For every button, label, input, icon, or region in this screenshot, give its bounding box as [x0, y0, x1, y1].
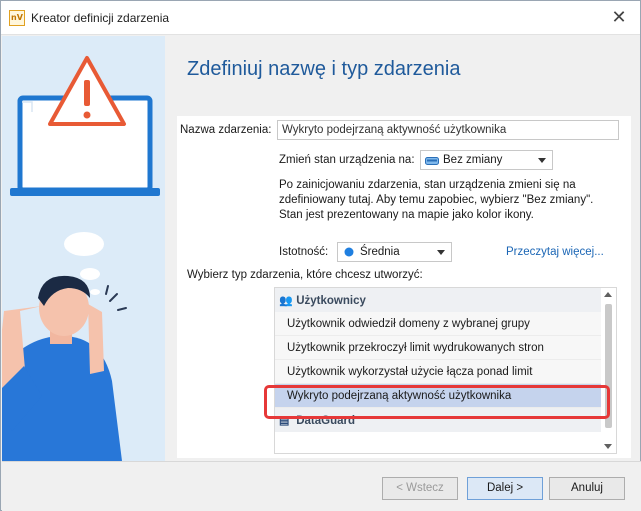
- chevron-down-icon: [538, 158, 546, 163]
- wizard-window: nV Kreator definicji zdarzenia ✕ Zdefini…: [0, 0, 641, 511]
- event-type-prompt: Wybierz typ zdarzenia, które chcesz utwo…: [187, 269, 423, 281]
- scroll-thumb[interactable]: [605, 304, 612, 428]
- state-value: Bez zmiany: [443, 154, 503, 166]
- close-icon[interactable]: ✕: [608, 7, 630, 29]
- list-group-users: 👥 Użytkownicy: [275, 288, 601, 312]
- severity-label: Istotność:: [279, 246, 329, 258]
- list-scrollbar[interactable]: [601, 288, 616, 453]
- title-bar: nV Kreator definicji zdarzenia ✕: [1, 1, 640, 35]
- list-item[interactable]: Użytkownik przekroczył limit wydrukowany…: [275, 336, 601, 360]
- dataguard-icon: ▤: [279, 415, 290, 427]
- event-form: Nazwa zdarzenia: Wykryto podejrzaną akty…: [177, 116, 631, 458]
- event-type-list[interactable]: 👥 Użytkownicy Użytkownik odwiedził domen…: [274, 287, 617, 454]
- illustration-panel: [2, 36, 165, 461]
- state-label: Zmień stan urządzenia na:: [279, 154, 415, 166]
- list-item[interactable]: Użytkownik wykorzystał użycie łącza pona…: [275, 360, 601, 384]
- device-state-icon: [425, 157, 439, 165]
- state-info-text: Po zainicjowaniu zdarzenia, stan urządze…: [279, 179, 594, 221]
- list-item[interactable]: Użytkownik odwiedził domeny z wybranej g…: [275, 312, 601, 336]
- read-more-link[interactable]: Przeczytaj więcej...: [506, 246, 604, 258]
- event-name-field[interactable]: Wykryto podejrzaną aktywność użytkownika: [277, 120, 619, 140]
- button-bar: < Wstecz Dalej > Anuluj: [2, 461, 641, 511]
- wizard-content: Zdefiniuj nazwę i typ zdarzenia Nazwa zd…: [165, 36, 640, 461]
- chevron-down-icon: [437, 250, 445, 255]
- state-dropdown[interactable]: Bez zmiany: [420, 150, 553, 170]
- severity-value: Średnia: [360, 246, 400, 258]
- app-logo-icon: nV: [9, 10, 25, 26]
- scroll-up-icon[interactable]: [604, 292, 612, 297]
- next-button[interactable]: Dalej >: [467, 477, 543, 500]
- users-icon: 👥: [279, 295, 293, 307]
- list-group-dataguard: ▤ DataGuard: [275, 408, 601, 432]
- page-title: Zdefiniuj nazwę i typ zdarzenia: [187, 58, 461, 80]
- cancel-button[interactable]: Anuluj: [549, 477, 625, 500]
- window-title: Kreator definicji zdarzenia: [31, 11, 170, 25]
- user-warning-illustration: [2, 56, 160, 461]
- severity-dropdown[interactable]: Średnia: [337, 242, 452, 262]
- event-name-label: Nazwa zdarzenia:: [180, 124, 272, 136]
- list-item-selected[interactable]: Wykryto podejrzaną aktywność użytkownika: [275, 384, 601, 408]
- severity-dot-icon: [344, 247, 354, 257]
- scroll-down-icon[interactable]: [604, 444, 612, 449]
- back-button[interactable]: < Wstecz: [382, 477, 458, 500]
